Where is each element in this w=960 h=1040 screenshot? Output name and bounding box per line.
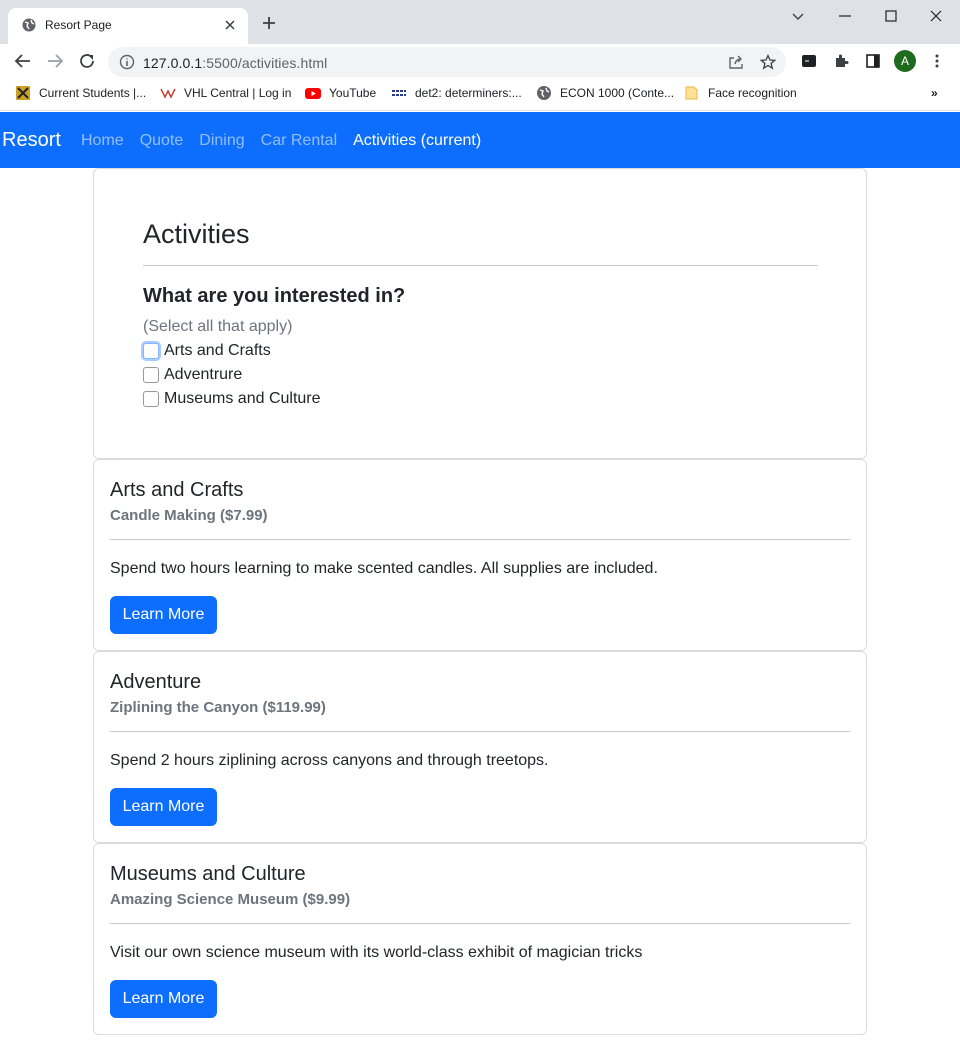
learn-more-button[interactable]: Learn More <box>110 980 217 1018</box>
bookmark-favicon-icon <box>15 85 31 106</box>
info-icon[interactable] <box>119 54 135 75</box>
museums-checkbox-label: Museums and Culture <box>164 390 321 407</box>
nav-link-activities[interactable]: Activities (current) <box>353 132 481 150</box>
museums-checkbox[interactable] <box>143 391 159 407</box>
url-text: 127.0.0.1:5500/activities.html <box>143 55 327 71</box>
nav-link-dining[interactable]: Dining <box>199 132 244 150</box>
activity-card-arts: Arts and Crafts Candle Making ($7.99) Sp… <box>93 459 867 651</box>
activity-description: Visit our own science museum with its wo… <box>110 944 643 961</box>
tab-title: Resort Page <box>45 18 112 32</box>
activity-title: Museums and Culture <box>110 863 306 885</box>
nav-links: Home Quote Dining Car Rental Activities … <box>81 132 481 150</box>
activity-subtitle: Ziplining the Canyon ($119.99) <box>110 699 326 716</box>
nav-link-home[interactable]: Home <box>81 132 124 150</box>
bookmarks-bar: Current Students |... VHL Central | Log … <box>0 78 960 111</box>
site-navbar: Resort Home Quote Dining Car Rental Acti… <box>0 112 960 168</box>
bookmark-item[interactable]: Current Students |... <box>39 86 146 100</box>
arts-checkbox-label: Arts and Crafts <box>164 342 271 359</box>
bookmark-star-icon[interactable] <box>759 53 777 75</box>
profile-avatar[interactable]: A <box>894 50 916 72</box>
bookmark-item[interactable]: det2: determiners:... <box>415 86 522 100</box>
bookmark-item[interactable]: VHL Central | Log in <box>184 86 291 100</box>
learn-more-button[interactable]: Learn More <box>110 788 217 826</box>
reload-icon[interactable] <box>78 52 96 75</box>
interest-option-museums[interactable]: Museums and Culture <box>143 389 321 409</box>
folder-icon <box>684 85 700 106</box>
close-window-icon[interactable] <box>929 8 943 29</box>
interest-option-adventure[interactable]: Adventrure <box>143 365 242 385</box>
bookmark-item[interactable]: YouTube <box>329 86 376 100</box>
puzzle-extensions-icon[interactable] <box>833 53 849 74</box>
divider <box>110 923 850 924</box>
bookmark-favicon-icon <box>391 85 407 106</box>
new-tab-icon[interactable] <box>262 16 276 35</box>
nav-link-quote[interactable]: Quote <box>140 132 184 150</box>
maximize-icon[interactable] <box>884 8 898 29</box>
interest-option-arts[interactable]: Arts and Crafts <box>143 341 271 361</box>
activity-subtitle: Amazing Science Museum ($9.99) <box>110 891 351 908</box>
nav-link-car-rental[interactable]: Car Rental <box>261 132 337 150</box>
divider <box>110 539 850 540</box>
bookmark-item[interactable]: Face recognition <box>708 86 797 100</box>
activity-title: Adventure <box>110 671 202 693</box>
adventure-checkbox[interactable] <box>143 367 159 383</box>
page-title: Activities <box>143 219 250 249</box>
activity-card-adventure: Adventure Ziplining the Canyon ($119.99)… <box>93 651 867 843</box>
activity-description: Spend two hours learning to make scented… <box>110 560 658 577</box>
menu-kebab-icon[interactable] <box>929 53 945 74</box>
globe-icon <box>22 18 36 37</box>
activity-description: Spend 2 hours ziplining across canyons a… <box>110 752 549 769</box>
navbar-brand[interactable]: Resort <box>2 129 61 152</box>
activity-subtitle: Candle Making ($7.99) <box>110 507 268 524</box>
divider <box>143 265 818 266</box>
arts-checkbox[interactable] <box>143 343 159 359</box>
bookmark-item[interactable]: ECON 1000 (Conte... <box>560 86 674 100</box>
youtube-icon <box>305 85 321 106</box>
activity-title: Arts and Crafts <box>110 479 244 501</box>
browser-toolbar: 127.0.0.1:5500/activities.html A <box>0 44 960 78</box>
interests-card: Activities What are you interested in? (… <box>93 168 867 459</box>
learn-more-button[interactable]: Learn More <box>110 596 217 634</box>
terminal-extension-icon[interactable] <box>801 53 817 74</box>
activity-card-museums: Museums and Culture Amazing Science Muse… <box>93 843 867 1035</box>
divider <box>110 731 850 732</box>
minimize-icon[interactable] <box>838 8 852 29</box>
forward-arrow-icon[interactable] <box>46 52 64 75</box>
url-host: 127.0.0.1 <box>143 55 203 71</box>
tab-search-icon[interactable] <box>790 8 806 29</box>
adventure-checkbox-label: Adventrure <box>164 366 243 383</box>
interest-question: What are you interested in? <box>143 285 406 307</box>
address-bar[interactable]: 127.0.0.1:5500/activities.html <box>108 47 786 77</box>
select-hint: (Select all that apply) <box>143 318 293 335</box>
url-path: :5500/activities.html <box>202 55 328 71</box>
share-icon[interactable] <box>728 54 744 75</box>
more-bookmarks-chevron[interactable]: » <box>931 86 938 100</box>
browser-tab[interactable]: Resort Page <box>8 8 248 44</box>
globe-icon <box>536 85 552 106</box>
bookmark-favicon-icon <box>160 85 176 106</box>
tab-strip: Resort Page <box>0 0 960 44</box>
side-panel-icon[interactable] <box>865 53 881 74</box>
back-arrow-icon[interactable] <box>14 52 32 75</box>
close-tab-icon[interactable] <box>222 17 238 38</box>
